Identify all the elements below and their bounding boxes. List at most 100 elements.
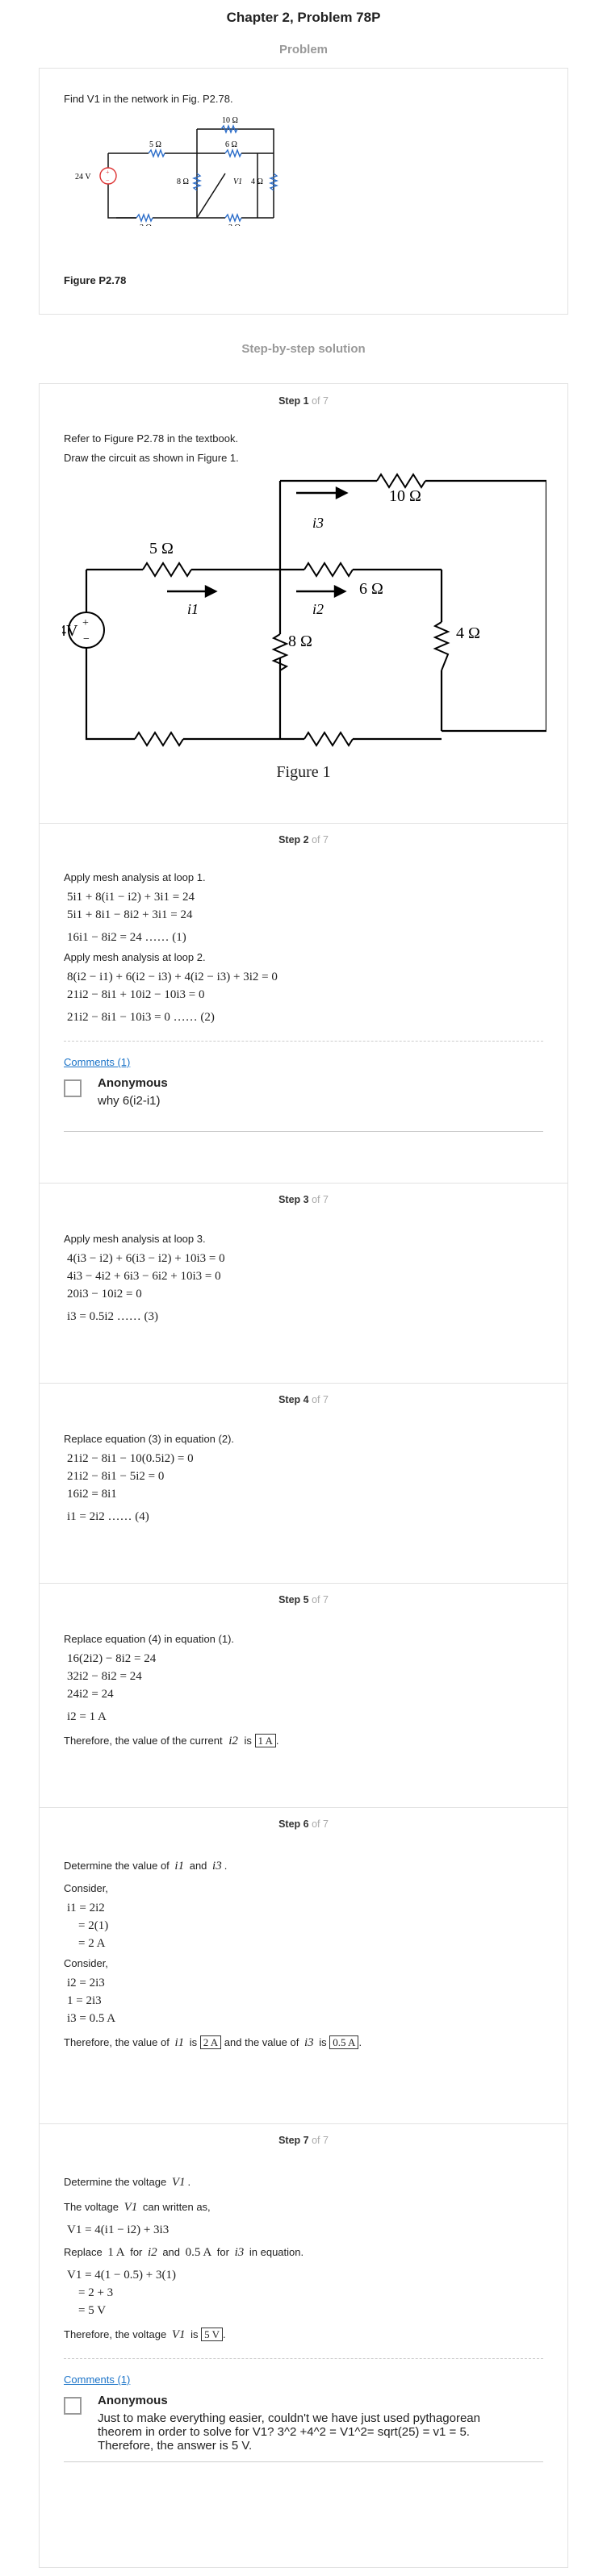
equation: 8(i2 − i1) + 6(i2 − i3) + 4(i2 − i3) + 3… <box>67 971 278 983</box>
step-header: Step 7 of 7 <box>278 2135 329 2146</box>
step-header: Step 4 of 7 <box>278 1394 329 1405</box>
equation: 16i2 = 8i1 <box>67 1488 117 1501</box>
step-text: Consider, <box>64 1882 108 1894</box>
step-text: Determine the voltage V1. <box>64 2176 191 2189</box>
equation: i2 = 2i3 <box>67 1977 105 1989</box>
p-label-r3a: 3 Ω <box>140 223 152 226</box>
figure-1-caption: Figure 1 <box>276 763 331 781</box>
equation: 32i2 − 8i2 = 24 <box>67 1670 142 1683</box>
step-header: Step 6 of 7 <box>278 1818 329 1830</box>
p-label-r5: 5 Ω <box>149 140 161 149</box>
equation: = 2 A <box>78 1937 106 1950</box>
step-text: The voltage V1 can written as, <box>64 2201 211 2214</box>
conclusion: Therefore, the voltage V1 is 5 V. <box>64 2328 226 2341</box>
step-header: Step 1 of 7 <box>278 395 329 407</box>
f1-label-i2: i2 <box>312 601 324 617</box>
comments-link[interactable]: Comments (1) <box>64 1056 130 1068</box>
equation: i1 = 2i2 …… (4) <box>67 1510 149 1523</box>
equation: 21i2 − 8i1 − 5i2 = 0 <box>67 1470 165 1483</box>
equation: 24i2 = 24 <box>67 1688 114 1701</box>
equation: = 5 V <box>78 2304 107 2317</box>
equation: i3 = 0.5i2 …… (3) <box>67 1310 159 1323</box>
comment-text: why 6(i2-i1) <box>98 1094 161 1108</box>
comment-author: Anonymous <box>98 2394 168 2407</box>
equation: V1 = 4(1 − 0.5) + 3(1) <box>67 2269 176 2282</box>
equation: 1 = 2i3 <box>67 1994 102 2007</box>
avatar <box>64 2397 82 2415</box>
solution-card: Step 1 of 7 Refer to Figure P2.78 in the… <box>39 383 568 2568</box>
equation: 4i3 − 4i2 + 6i3 − 6i2 + 10i3 = 0 <box>67 1270 221 1283</box>
step-text: Apply mesh analysis at loop 3. <box>64 1233 206 1245</box>
p-label-r10: 10 Ω <box>222 116 238 125</box>
figure-1-circuit: + − 10 Ω i3 5 Ω 6 Ω i1 i2 24V 8 Ω 4 Ω 3 … <box>62 473 546 747</box>
f1-label-r5: 5 Ω <box>149 540 174 557</box>
step-1: Step 1 of 7 Refer to Figure P2.78 in the… <box>40 384 567 824</box>
step-text: Apply mesh analysis at loop 2. <box>64 951 206 963</box>
step-text: Replace equation (3) in equation (2). <box>64 1433 235 1445</box>
step-header: Step 5 of 7 <box>278 1594 329 1605</box>
f1-label-r4: 4 Ω <box>456 624 480 642</box>
equation: 21i2 − 8i1 − 10i3 = 0 …… (2) <box>67 1011 215 1024</box>
step-text: Refer to Figure P2.78 in the textbook. <box>64 432 239 445</box>
svg-text:−: − <box>106 177 110 184</box>
equation: 21i2 − 8i1 + 10i2 − 10i3 = 0 <box>67 988 205 1001</box>
answer-box: 0.5 A <box>329 2035 359 2049</box>
problem-circuit: + − 10 Ω 5 Ω 6 Ω 24 V 8 Ω V1 4 Ω 3 Ω 3 Ω <box>75 116 278 226</box>
f1-label-src: 24V <box>62 622 78 640</box>
equation: V1 = 4(i1 − i2) + 3i3 <box>67 2223 170 2236</box>
step-text: Determine the value of i1 and i3. <box>64 1860 228 1873</box>
avatar <box>64 1079 82 1097</box>
f1-label-r8: 8 Ω <box>288 633 312 650</box>
equation: i2 = 1 A <box>67 1710 107 1723</box>
problem-heading: Problem <box>278 43 328 56</box>
page-title: Chapter 2, Problem 78P <box>226 10 381 25</box>
conclusion: Therefore, the value of i1 is 2 A and th… <box>64 2035 362 2049</box>
equation: i1 = 2i2 <box>67 1902 105 1914</box>
step-5: Step 5 of 7 Replace equation (4) in equa… <box>40 1583 567 1808</box>
step-2: Step 2 of 7 Apply mesh analysis at loop … <box>40 823 567 1184</box>
step-3: Step 3 of 7 Apply mesh analysis at loop … <box>40 1183 567 1384</box>
f1-label-i1: i1 <box>187 601 199 617</box>
svg-text:−: − <box>83 633 90 645</box>
comments-link[interactable]: Comments (1) <box>64 2374 130 2386</box>
p-label-r3b: 3 Ω <box>228 223 241 226</box>
f1-label-r10: 10 Ω <box>389 487 421 505</box>
equation: 20i3 − 10i2 = 0 <box>67 1288 142 1301</box>
p-label-r6: 6 Ω <box>225 140 237 149</box>
comment: Anonymous Just to make everything easier… <box>64 2394 543 2458</box>
equation: 21i2 − 8i1 − 10(0.5i2) = 0 <box>67 1452 194 1465</box>
step-text: Apply mesh analysis at loop 1. <box>64 871 206 883</box>
p-label-v1: V1 <box>233 177 242 186</box>
step-text: Consider, <box>64 1957 108 1969</box>
step-4: Step 4 of 7 Replace equation (3) in equa… <box>40 1383 567 1584</box>
problem-card: Find V1 in the network in Fig. P2.78. + … <box>39 68 568 315</box>
p-label-r8: 8 Ω <box>177 177 189 186</box>
equation: = 2 + 3 <box>78 2286 114 2299</box>
comment: Anonymous why 6(i2-i1) <box>64 1076 543 1125</box>
answer-box: 2 A <box>199 2035 222 2049</box>
equation: i3 = 0.5 A <box>67 2012 116 2025</box>
step-text: Replace 1 A for i2 and 0.5 A for i3 in e… <box>64 2246 304 2259</box>
answer-box: 5 V <box>201 2328 224 2341</box>
solution-heading: Step-by-step solution <box>241 342 366 356</box>
equation: 16i1 − 8i2 = 24 …… (1) <box>67 931 186 944</box>
equation: 16(2i2) − 8i2 = 24 <box>67 1652 157 1665</box>
comment-text: Just to make everything easier, couldn't… <box>98 2411 480 2453</box>
step-text: Draw the circuit as shown in Figure 1. <box>64 452 239 464</box>
p-label-r4: 4 Ω <box>251 177 263 186</box>
equation: 5i1 + 8i1 − 8i2 + 3i1 = 24 <box>67 908 193 921</box>
conclusion: Therefore, the value of the current i2 i… <box>64 1734 279 1747</box>
svg-text:+: + <box>82 617 89 629</box>
comment-author: Anonymous <box>98 1076 168 1090</box>
step-7: Step 7 of 7 Determine the voltage V1. Th… <box>40 2123 567 2567</box>
p-label-src: 24 V <box>75 173 91 182</box>
svg-text:+: + <box>106 169 110 176</box>
equation: = 2(1) <box>78 1919 109 1932</box>
step-header: Step 3 of 7 <box>278 1194 329 1205</box>
equation: 4(i3 − i2) + 6(i3 − i2) + 10i3 = 0 <box>67 1252 225 1265</box>
problem-text: Find V1 in the network in Fig. P2.78. <box>64 93 233 105</box>
equation: 5i1 + 8(i1 − i2) + 3i1 = 24 <box>67 891 195 904</box>
f1-label-r6: 6 Ω <box>359 580 383 598</box>
step-6: Step 6 of 7 Determine the value of i1 an… <box>40 1807 567 2124</box>
f1-label-i3: i3 <box>312 515 324 531</box>
